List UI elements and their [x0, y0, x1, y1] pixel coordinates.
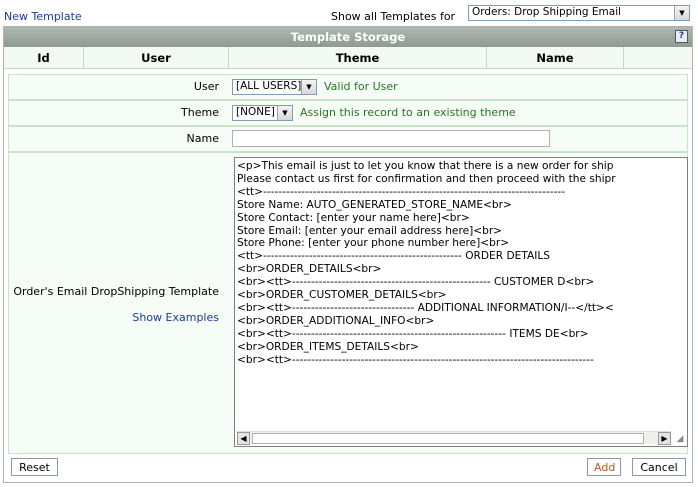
template-line: <br><tt>--------------------------------… — [237, 327, 589, 340]
column-header-id[interactable]: Id — [4, 47, 84, 68]
user-label: User — [193, 80, 219, 93]
name-label: Name — [186, 132, 219, 145]
scroll-left-icon[interactable]: ◀ — [237, 432, 250, 445]
template-textarea-content[interactable]: <p>This email is just to let you know th… — [237, 160, 687, 430]
template-line: <br>ORDER_DETAILS<br> — [237, 263, 382, 276]
name-row: Name — [8, 126, 688, 152]
button-bar: Reset Add Cancel — [8, 454, 688, 480]
table-header-row: Id User Theme Name — [4, 47, 692, 69]
add-button[interactable]: Add — [587, 458, 621, 476]
user-selected-value: [ALL USERS] — [236, 80, 302, 92]
template-storage-panel: Template Storage ? Id User Theme Name Us… — [3, 26, 693, 483]
column-header-theme[interactable]: Theme — [229, 47, 487, 68]
template-line: Store Phone: [enter your phone number he… — [237, 237, 510, 250]
user-select[interactable]: [ALL USERS] ▼ — [232, 79, 317, 95]
template-label: Order's Email DropShipping Template — [13, 285, 219, 298]
theme-select[interactable]: [NONE] ▼ — [232, 105, 293, 121]
template-line: <br>ORDER_CUSTOMER_DETAILS<br> — [237, 289, 447, 302]
template-line: Please contact us first for confirmation… — [237, 172, 616, 185]
template-line: <br>ORDER_ITEMS_DETAILS<br> — [237, 340, 419, 353]
template-line: <br>ORDER_ADDITIONAL_INFO<br> — [237, 314, 435, 327]
template-type-selected-value: Orders: Drop Shipping Email — [472, 6, 622, 18]
top-bar: New Template Show all Templates for Orde… — [0, 0, 698, 26]
show-examples-link[interactable]: Show Examples — [132, 311, 219, 324]
panel-title-bar: Template Storage ? — [4, 27, 692, 47]
template-line: <br><tt>--------------------------------… — [237, 301, 614, 314]
template-line: <tt>------------------------------------… — [237, 250, 550, 263]
theme-hint: Assign this record to an existing theme — [300, 106, 516, 119]
user-hint: Valid for User — [324, 80, 398, 93]
template-row: Order's Email DropShipping Template Show… — [8, 152, 688, 454]
chevron-down-icon[interactable]: ▼ — [674, 6, 689, 20]
template-line: <br><tt>--------------------------------… — [237, 276, 595, 289]
chevron-down-icon[interactable]: ▼ — [301, 80, 316, 94]
column-header-user[interactable]: User — [84, 47, 229, 68]
chevron-down-icon[interactable]: ▼ — [277, 106, 292, 120]
template-textarea[interactable]: <p>This email is just to let you know th… — [234, 157, 688, 447]
column-header-name[interactable]: Name — [487, 47, 624, 68]
template-line: <tt>------------------------------------… — [237, 185, 566, 198]
name-input[interactable] — [232, 130, 550, 147]
cancel-button[interactable]: Cancel — [632, 458, 686, 476]
theme-selected-value: [NONE] — [236, 106, 275, 118]
horizontal-scrollbar[interactable]: ◀ ▶ — [237, 431, 671, 445]
user-row: User [ALL USERS] ▼ Valid for User — [8, 74, 688, 100]
show-all-templates-label: Show all Templates for — [331, 10, 456, 23]
help-icon[interactable]: ? — [675, 30, 688, 43]
resize-grip-icon[interactable]: ◢ — [674, 433, 686, 445]
template-line: Store Name: AUTO_GENERATED_STORE_NAME<br… — [237, 198, 512, 211]
column-header-spacer — [624, 47, 692, 68]
theme-row: Theme [NONE] ▼ Assign this record to an … — [8, 100, 688, 126]
template-line: Store Email: [enter your email address h… — [237, 224, 503, 237]
reset-button[interactable]: Reset — [11, 458, 58, 476]
scroll-right-icon[interactable]: ▶ — [658, 432, 671, 445]
panel-title: Template Storage — [290, 30, 406, 44]
template-line: <br><tt>--------------------------------… — [237, 353, 594, 366]
template-type-select[interactable]: Orders: Drop Shipping Email ▼ — [468, 5, 690, 21]
scroll-thumb[interactable] — [252, 433, 644, 444]
template-line: <p>This email is just to let you know th… — [237, 160, 614, 172]
new-template-link[interactable]: New Template — [4, 10, 82, 23]
theme-label: Theme — [181, 106, 219, 119]
template-line: Store Contact: [enter your name here]<br… — [237, 211, 470, 224]
